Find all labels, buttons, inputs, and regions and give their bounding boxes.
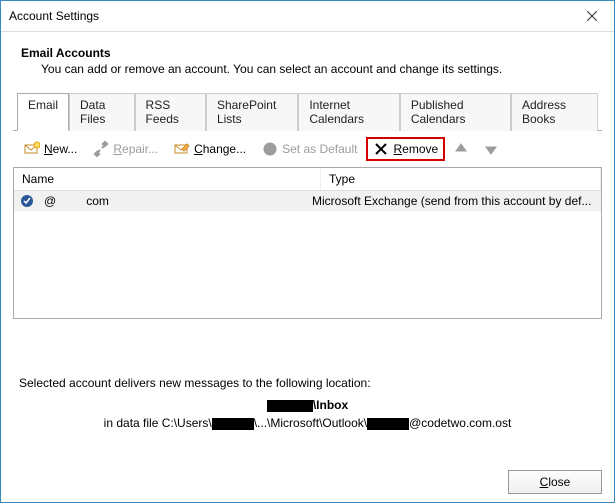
change-button[interactable]: Change... <box>167 137 253 161</box>
mail-new-icon <box>24 141 40 157</box>
close-window-button[interactable] <box>569 1 614 31</box>
tabstrip: Email Data Files RSS Feeds SharePoint Li… <box>13 92 602 131</box>
check-circle-icon <box>262 141 278 157</box>
set-default-label: Set as Default <box>282 142 357 156</box>
account-name-part1: @ <box>44 194 56 208</box>
page-heading: Email Accounts <box>21 46 602 60</box>
close-icon <box>584 8 600 24</box>
location-file: in data file C:\Users\\...\Microsoft\Out… <box>13 416 602 430</box>
account-type: Microsoft Exchange (send from this accou… <box>312 194 595 208</box>
tab-email[interactable]: Email <box>17 93 69 131</box>
move-up-button[interactable] <box>447 138 475 160</box>
tab-address-books[interactable]: Address Books <box>511 93 598 131</box>
window-title: Account Settings <box>9 9 569 23</box>
repair-label: Repair... <box>113 142 158 156</box>
repair-button[interactable]: Repair... <box>86 137 165 161</box>
tab-data-files[interactable]: Data Files <box>69 93 135 131</box>
set-default-button[interactable]: Set as Default <box>255 137 364 161</box>
tab-internet-calendars[interactable]: Internet Calendars <box>298 93 400 131</box>
remove-label: Remove <box>393 142 438 156</box>
tab-published-calendars[interactable]: Published Calendars <box>400 93 511 131</box>
tab-rss-feeds[interactable]: RSS Feeds <box>135 93 206 131</box>
move-down-button[interactable] <box>477 138 505 160</box>
account-name-part2: com <box>86 194 109 208</box>
default-account-icon <box>20 194 34 208</box>
tab-sharepoint-lists[interactable]: SharePoint Lists <box>206 93 298 131</box>
arrow-up-icon <box>454 142 468 156</box>
close-button[interactable]: Close <box>508 470 602 494</box>
toolbar: New... Repair... Change... Set as Defaul… <box>13 131 602 167</box>
redacted-text <box>367 418 409 430</box>
repair-icon <box>93 141 109 157</box>
remove-button[interactable]: Remove <box>366 137 445 161</box>
col-type[interactable]: Type <box>321 168 601 190</box>
accounts-table: Name Type @ com Microsoft Exchange (send… <box>13 167 602 319</box>
new-button[interactable]: New... <box>17 137 84 161</box>
location-folder: \Inbox <box>13 398 602 412</box>
change-icon <box>174 141 190 157</box>
redacted-text <box>212 418 254 430</box>
location-heading: Selected account delivers new messages t… <box>19 376 602 390</box>
dialog-footer: Close <box>1 462 614 502</box>
account-settings-window: Account Settings Email Accounts You can … <box>0 0 615 503</box>
titlebar: Account Settings <box>1 1 614 32</box>
table-header: Name Type <box>14 168 601 191</box>
col-name[interactable]: Name <box>14 168 321 190</box>
redacted-text <box>267 400 313 412</box>
table-row[interactable]: @ com Microsoft Exchange (send from this… <box>14 191 601 211</box>
page-subheading: You can add or remove an account. You ca… <box>41 62 602 76</box>
change-label: Change... <box>194 142 246 156</box>
arrow-down-icon <box>484 142 498 156</box>
remove-x-icon <box>373 141 389 157</box>
new-label: New... <box>44 142 77 156</box>
